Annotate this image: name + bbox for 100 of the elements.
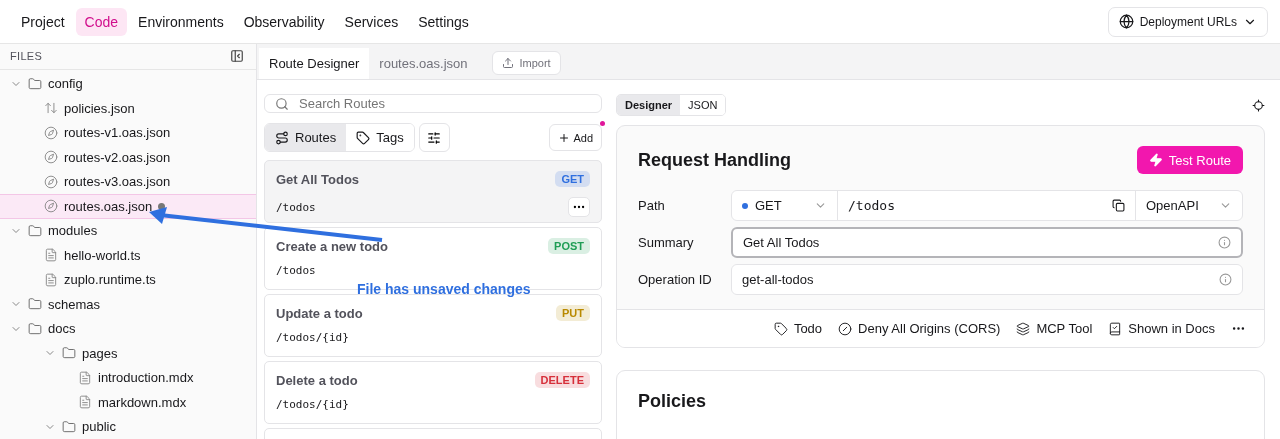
file-row[interactable]: markdown.mdx (0, 390, 256, 415)
folder-name[interactable]: config (48, 76, 83, 92)
route-name: Create a new todo (276, 238, 388, 254)
book-icon (1108, 321, 1123, 336)
folder-name[interactable]: modules (48, 223, 98, 239)
route-name: Get All Todos (276, 171, 360, 187)
add-button[interactable]: Add (549, 124, 602, 151)
file-name[interactable]: routes-v2.oas.json (64, 149, 171, 165)
folder-icon (62, 419, 76, 434)
route-path: /todos/{id} (276, 331, 349, 344)
field-label: Path (638, 198, 666, 213)
import-button[interactable]: Import (491, 51, 561, 75)
folder-icon (62, 346, 76, 361)
folder-icon (28, 223, 42, 238)
file-name[interactable]: markdown.mdx (98, 394, 187, 410)
file-name[interactable]: policies.json (64, 100, 135, 116)
test-route-button[interactable]: Test Route (1136, 146, 1243, 174)
nav-tab[interactable]: Environments (129, 7, 233, 36)
mode-tab[interactable]: Designer (617, 95, 681, 115)
sliders-icon (427, 130, 442, 145)
file-name[interactable]: zuplo.runtime.ts (64, 272, 156, 288)
route-path: /todos (276, 264, 316, 277)
file-name[interactable]: hello-world.ts (64, 247, 141, 263)
file-row[interactable]: routes.oas.json (0, 194, 256, 219)
compass-icon (44, 174, 58, 189)
nav-tab[interactable]: Settings (409, 7, 478, 36)
nav-tab[interactable]: Project (12, 7, 74, 36)
slash-circle-icon (838, 321, 853, 336)
editor-tab[interactable]: Route Designer (259, 48, 370, 79)
method-badge: DELETE (534, 372, 590, 388)
route-name: Delete a todo (276, 372, 358, 388)
nav-tab[interactable]: Code (75, 7, 128, 36)
info-icon (1218, 236, 1231, 249)
nav-tab[interactable]: Services (335, 7, 408, 36)
route-setting[interactable]: Todo (773, 321, 823, 336)
route-setting[interactable]: Deny All Origins (CORS) (838, 321, 1001, 336)
file-icon (44, 248, 58, 263)
file-name[interactable]: routes.oas.json (64, 198, 153, 214)
folder-name[interactable]: public (82, 419, 116, 435)
field-label: Summary (638, 235, 695, 250)
plus-icon (558, 131, 571, 144)
route-setting[interactable]: Shown in Docs (1108, 321, 1215, 336)
info-icon (1219, 273, 1232, 286)
route-setting[interactable]: MCP Tool (1016, 321, 1093, 336)
text-field[interactable]: get-all-todos (731, 264, 1243, 295)
notification-dot (600, 121, 605, 126)
file-row[interactable]: routes-v3.oas.json (0, 169, 256, 194)
nav-tab[interactable]: Observability (234, 7, 334, 36)
search-icon (275, 96, 289, 111)
view-tab[interactable]: Routes (265, 124, 347, 151)
field-value: get-all-todos (742, 272, 814, 287)
compass-icon (44, 125, 58, 140)
folder-name[interactable]: docs (48, 321, 76, 337)
tag-icon (773, 321, 788, 336)
filter-button[interactable] (418, 123, 450, 152)
file-row[interactable]: zuplo.runtime.ts (0, 267, 256, 292)
field-label: Operation ID (638, 272, 713, 287)
locate-icon[interactable] (1252, 98, 1265, 112)
route-icon (275, 130, 289, 145)
file-name[interactable]: routes-v3.oas.json (64, 174, 171, 190)
text-field[interactable]: Get All Todos (731, 227, 1243, 258)
folder-icon (28, 76, 42, 91)
route-card[interactable]: Delete a todo DELETE /todos/{id} (264, 361, 602, 424)
collapse-panel-icon[interactable] (230, 49, 244, 64)
lightning-icon (1148, 153, 1163, 167)
more-button[interactable] (568, 197, 590, 217)
file-row[interactable]: hello-world.ts (0, 243, 256, 268)
file-icon (78, 370, 92, 385)
compass-icon (44, 199, 58, 214)
file-row[interactable]: routes-v2.oas.json (0, 145, 256, 170)
route-path: /todos/{id} (276, 398, 349, 411)
globe-icon (1118, 14, 1134, 29)
file-icon (78, 395, 92, 410)
section-title: Policies (638, 391, 708, 412)
editor-tab[interactable]: routes.oas.json (369, 48, 478, 79)
tag-icon (356, 130, 371, 145)
file-name[interactable]: routes-v1.oas.json (64, 125, 171, 141)
layers-icon (1016, 321, 1031, 336)
section-title: Request Handling (638, 149, 791, 171)
arrows-icon (44, 101, 58, 116)
file-row[interactable]: policies.json (0, 96, 256, 121)
upload-icon (501, 57, 514, 69)
sidebar-title: FILES (10, 50, 43, 63)
method-badge: POST (548, 238, 590, 254)
folder-icon (28, 321, 42, 336)
route-name: Update a todo (276, 305, 363, 321)
field-value: Get All Todos (743, 235, 820, 250)
compass-icon (44, 150, 58, 165)
file-row[interactable]: routes-v1.oas.json (0, 120, 256, 145)
deployment-urls-button[interactable]: Deployment URLs (1107, 6, 1268, 37)
folder-name[interactable]: schemas (48, 296, 101, 312)
search-box[interactable]: Search Routes (264, 94, 602, 113)
method-badge: PUT (556, 305, 590, 321)
folder-name[interactable]: pages (82, 345, 118, 361)
route-card[interactable]: Get All Todos GET /todos (264, 160, 602, 223)
file-name[interactable]: introduction.mdx (98, 370, 194, 386)
file-row[interactable]: introduction.mdx (0, 365, 256, 390)
route-path: /todos (276, 200, 316, 214)
method-badge: GET (555, 171, 590, 187)
file-icon (44, 272, 58, 287)
